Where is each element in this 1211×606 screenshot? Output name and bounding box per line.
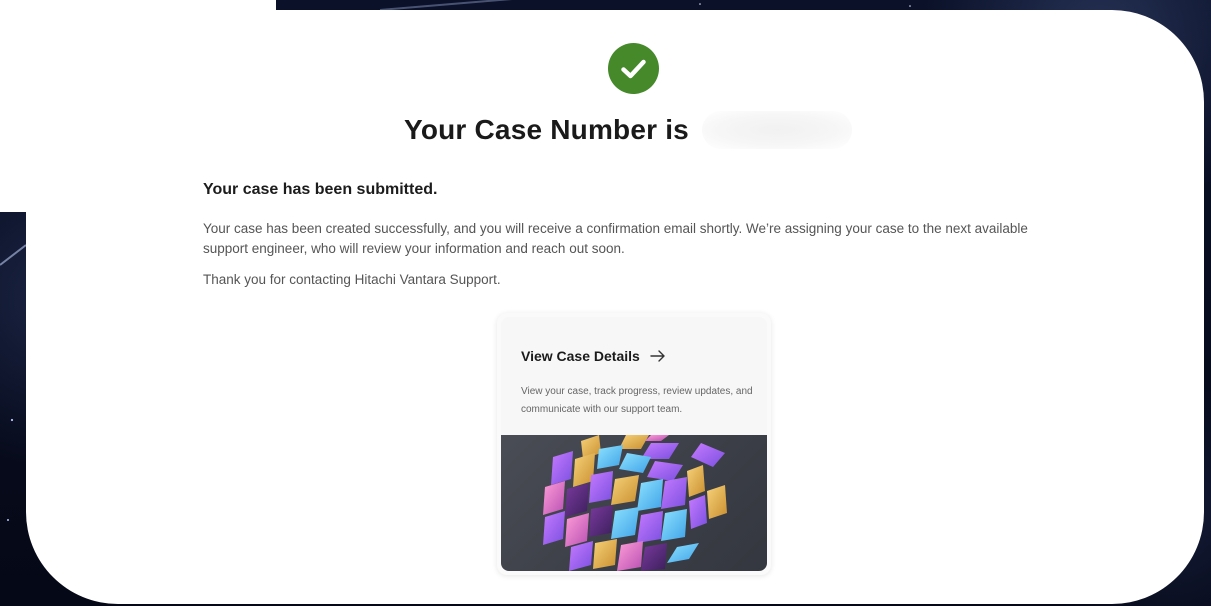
case-card-body: View Case Details View your case, track … [501,317,767,571]
abstract-cubes-illustration [501,435,767,571]
confirmation-message: Your case has been created successfully,… [203,221,1028,256]
view-case-details-card[interactable]: View Case Details View your case, track … [497,313,771,575]
left-white-edge [0,0,26,212]
view-case-details-link[interactable]: View Case Details [521,348,640,364]
card-title-row[interactable]: View Case Details [521,348,666,364]
card-description: View your case, track progress, review u… [521,386,753,415]
arrow-right-icon[interactable] [650,349,666,363]
check-circle-icon [608,43,659,94]
case-number-title: Your Case Number is [0,114,1211,146]
redacted-case-number [702,111,852,149]
submitted-heading: Your case has been submitted. [203,181,438,198]
thanks-message: Thank you for contacting Hitachi Vantara… [203,272,501,287]
case-number-label: Your Case Number is [404,114,689,145]
